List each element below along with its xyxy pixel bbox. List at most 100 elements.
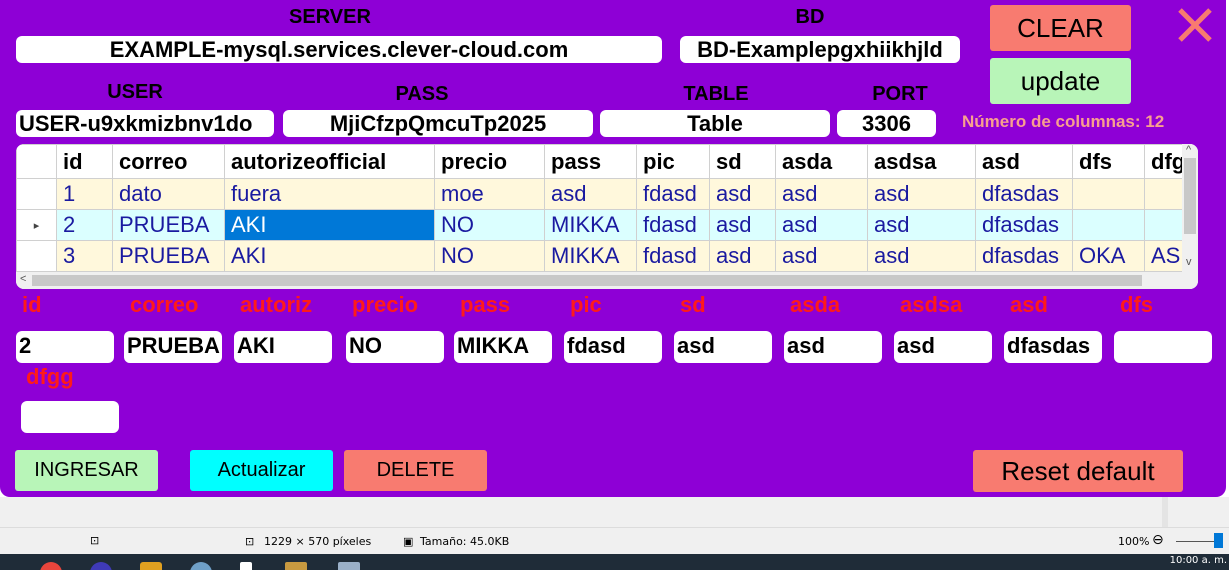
field-input-dfgg[interactable] [21, 401, 119, 433]
table-row[interactable]: ▸ 2 PRUEBA AKI NO MIKKA fdasd asd asd asd dfasdas [16, 209, 1195, 241]
column-count-label: Número de columnas: 12 [962, 112, 1165, 131]
column-header[interactable]: pass [544, 144, 637, 179]
table-cell[interactable]: NO [434, 209, 545, 241]
app3-icon[interactable] [240, 562, 252, 570]
table-cell[interactable]: 1 [56, 178, 113, 210]
column-header[interactable]: autorizeofficial [224, 144, 435, 179]
table-cell[interactable]: asd [867, 240, 976, 272]
scroll-left-icon[interactable]: < [20, 273, 26, 285]
zoom-out-icon[interactable]: ⊖ [1152, 532, 1164, 548]
table-cell[interactable]: dfasdas [975, 178, 1073, 210]
scroll-down-icon[interactable]: v [1186, 256, 1192, 268]
table-cell[interactable]: fdasd [636, 178, 710, 210]
table-cell[interactable]: moe [434, 178, 545, 210]
ingresar-button[interactable]: INGRESAR [15, 450, 158, 491]
vertical-scroll-thumb[interactable] [1184, 158, 1196, 234]
table-cell[interactable]: fdasd [636, 209, 710, 241]
reset-default-button[interactable]: Reset default [973, 450, 1183, 492]
column-header[interactable]: precio [434, 144, 545, 179]
bd-input[interactable]: BD-Examplepgxhiikhjld [680, 36, 960, 63]
table-row[interactable]: 3 PRUEBA AKI NO MIKKA fdasd asd asd asd dfasdas OK… [16, 240, 1195, 272]
table-cell[interactable]: 3 [56, 240, 113, 272]
row-header[interactable] [16, 240, 57, 272]
field-input-asd[interactable]: dfasdas [1004, 331, 1102, 363]
table-cell[interactable] [1072, 209, 1145, 241]
column-header[interactable]: id [56, 144, 113, 179]
field-input-asda[interactable]: asd [784, 331, 882, 363]
table-cell[interactable]: dato [112, 178, 225, 210]
table-cell[interactable]: PRUEBA [112, 209, 225, 241]
table-input[interactable]: Table [600, 110, 830, 137]
app2-icon[interactable] [190, 562, 212, 570]
server-input[interactable]: EXAMPLE-mysql.services.clever-cloud.com [16, 36, 662, 63]
table-cell[interactable]: asd [775, 240, 868, 272]
table-cell[interactable]: AKI [224, 240, 435, 272]
zoom-slider[interactable] [1176, 541, 1216, 542]
table-cell[interactable] [1072, 178, 1145, 210]
field-input-pic[interactable]: fdasd [564, 331, 662, 363]
table-cell[interactable]: NO [434, 240, 545, 272]
field-input-id[interactable]: 2 [16, 331, 114, 363]
horizontal-scrollbar[interactable]: < [16, 272, 1198, 289]
column-header[interactable]: dfs [1072, 144, 1145, 179]
field-label-pass: pass [460, 292, 511, 317]
zoom-slider-thumb[interactable] [1214, 533, 1223, 548]
column-header[interactable]: pic [636, 144, 710, 179]
horizontal-scroll-thumb[interactable] [32, 275, 1142, 286]
chrome-icon[interactable] [40, 562, 62, 570]
column-header[interactable]: asda [775, 144, 868, 179]
app5-icon[interactable] [338, 562, 360, 570]
table-cell[interactable]: fdasd [636, 240, 710, 272]
column-header[interactable]: asdsa [867, 144, 976, 179]
column-header[interactable]: sd [709, 144, 776, 179]
field-input-correo[interactable]: PRUEBA [124, 331, 222, 363]
table-cell[interactable]: dfasdas [975, 240, 1073, 272]
field-input-dfs[interactable] [1114, 331, 1212, 363]
folder-icon[interactable] [140, 562, 162, 570]
table-cell[interactable]: fuera [224, 178, 435, 210]
vertical-scrollbar[interactable]: ^ v [1182, 144, 1198, 272]
row-header[interactable] [16, 178, 57, 210]
table-cell[interactable]: 2 [56, 209, 113, 241]
user-label: USER [107, 81, 163, 103]
table-cell[interactable]: asd [867, 178, 976, 210]
clear-button[interactable]: CLEAR [990, 5, 1131, 51]
table-cell[interactable]: MIKKA [544, 240, 637, 272]
field-input-autoriz[interactable]: AKI [234, 331, 332, 363]
app-icon[interactable] [90, 562, 112, 570]
user-input[interactable]: USER-u9xkmizbnv1do [16, 110, 274, 137]
pass-input[interactable]: MjiCfzpQmcuTp2025 [283, 110, 593, 137]
field-input-sd[interactable]: asd [674, 331, 772, 363]
table-cell[interactable]: asd [867, 209, 976, 241]
app4-icon[interactable] [285, 562, 307, 570]
table-cell[interactable]: asd [709, 240, 776, 272]
table-cell[interactable]: MIKKA [544, 209, 637, 241]
field-input-asdsa[interactable]: asd [894, 331, 992, 363]
field-input-pass[interactable]: MIKKA [454, 331, 552, 363]
table-cell[interactable]: asd [544, 178, 637, 210]
column-header[interactable]: correo [112, 144, 225, 179]
table-cell[interactable]: dfasdas [975, 209, 1073, 241]
table-cell[interactable]: PRUEBA [112, 240, 225, 272]
table-cell[interactable]: asd [709, 178, 776, 210]
table-row[interactable]: 1 dato fuera moe asd fdasd asd asd asd dfasdas [16, 178, 1195, 210]
current-row-indicator-icon[interactable]: ▸ [16, 209, 57, 241]
delete-button[interactable]: DELETE [344, 450, 487, 491]
update-button[interactable]: update [990, 58, 1131, 104]
fit-icon[interactable]: ⊡ [90, 534, 99, 547]
actualizar-button[interactable]: Actualizar [190, 450, 333, 491]
row-header-corner [16, 144, 57, 179]
port-input[interactable]: 3306 [837, 110, 936, 137]
table-cell[interactable]: OKA [1072, 240, 1145, 272]
close-icon[interactable] [1174, 4, 1216, 46]
field-input-precio[interactable]: NO [346, 331, 444, 363]
field-label-sd: sd [680, 292, 706, 317]
scroll-up-icon[interactable]: ^ [1186, 144, 1191, 156]
table-cell[interactable]: AKI [224, 209, 435, 241]
table-cell[interactable]: asd [709, 209, 776, 241]
table-label: TABLE [683, 83, 749, 105]
column-header[interactable]: asd [975, 144, 1073, 179]
table-cell[interactable]: asd [775, 178, 868, 210]
data-grid[interactable]: id correo autorizeofficial precio pass pic sd a… [16, 144, 1198, 289]
table-cell[interactable]: asd [775, 209, 868, 241]
